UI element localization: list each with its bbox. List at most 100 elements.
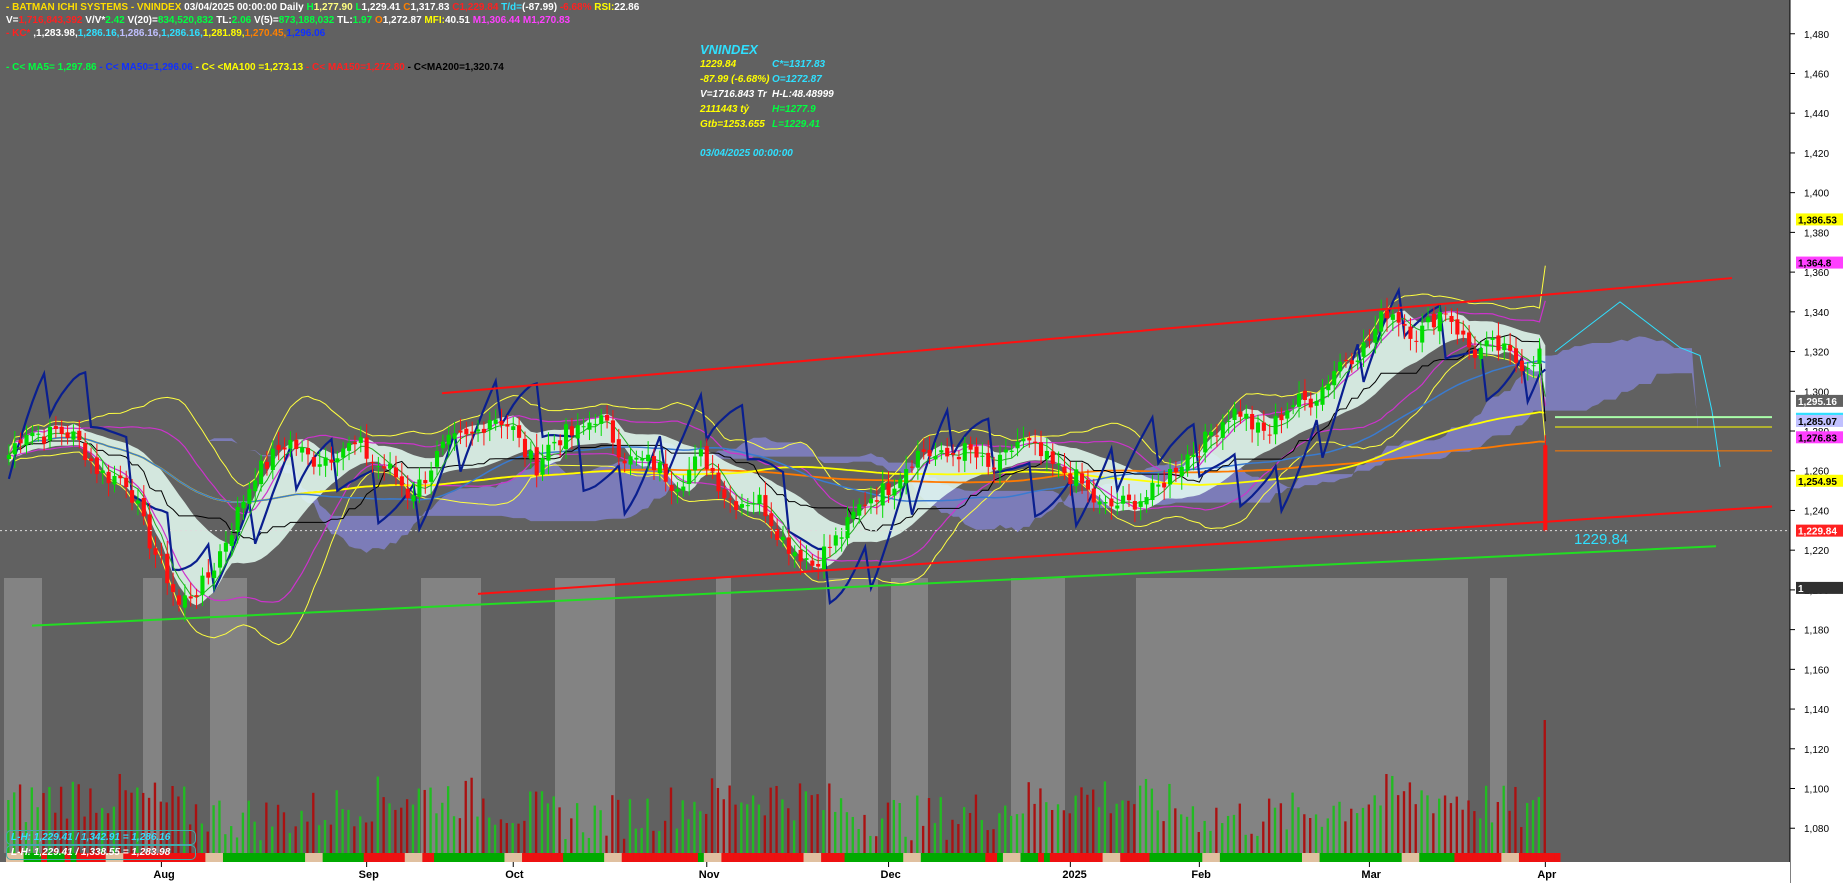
volume-bar — [974, 794, 978, 853]
volume-bar — [687, 819, 690, 853]
trend-strip-cell — [381, 853, 388, 862]
trend-strip-cell — [492, 853, 500, 862]
candle-body — [42, 436, 47, 444]
candle-body — [452, 433, 457, 439]
candle-body — [997, 454, 1003, 471]
trend-strip-cell — [780, 853, 787, 862]
candle-body — [305, 447, 311, 455]
trend-strip-cell — [1178, 853, 1186, 862]
volume-bar — [1080, 787, 1083, 853]
candle-body — [1402, 323, 1407, 326]
trend-strip-cell — [1448, 853, 1455, 862]
trend-strip-cell — [1038, 853, 1045, 862]
trend-strip-cell — [1278, 853, 1285, 862]
volume-bar — [1279, 803, 1283, 853]
volume-bar — [276, 804, 280, 853]
trend-strip-cell — [1272, 853, 1280, 862]
volume-bar — [1484, 785, 1488, 853]
candle-body — [915, 450, 920, 468]
volume-bar — [206, 831, 209, 853]
candle-body — [1455, 319, 1460, 335]
candle-body — [634, 457, 639, 460]
trend-strip-cell — [838, 853, 846, 862]
candle-body — [804, 558, 809, 560]
trend-strip-cell — [1196, 853, 1203, 862]
candle-body — [388, 463, 393, 469]
candle-body — [311, 457, 316, 467]
trend-strip-cell — [615, 853, 623, 862]
trend-strip-cell — [551, 853, 558, 862]
price-chart[interactable]: 1,0801,1001,1201,1401,1601,1801,2001,220… — [0, 0, 1844, 883]
candle-body — [1244, 413, 1249, 419]
candle-body — [1015, 441, 1020, 449]
volume-bar — [892, 799, 896, 853]
volume-bar — [1045, 802, 1048, 853]
candle-body — [1238, 411, 1243, 417]
volume-bar — [622, 838, 626, 853]
info-cell: O=1272.87 — [772, 74, 822, 85]
candle-body — [605, 414, 610, 421]
volume-bar — [792, 820, 796, 853]
candle-body — [229, 535, 234, 546]
volume-bar — [722, 799, 725, 853]
volume-bar — [781, 799, 784, 853]
candle-body — [88, 458, 94, 462]
candle-body — [288, 439, 293, 449]
header-span: (-87.99) — [522, 2, 560, 13]
candle-body — [1437, 312, 1442, 332]
volume-bar — [1508, 810, 1511, 853]
volume-bar — [1033, 803, 1036, 853]
candle-body — [681, 486, 686, 491]
y-tick-label: 1,120 — [1804, 745, 1829, 756]
trend-strip-cell — [1325, 853, 1332, 862]
candle-body — [698, 449, 703, 457]
candle-body — [880, 483, 885, 506]
candle-body — [827, 546, 832, 548]
trend-strip-cell — [258, 853, 265, 862]
trend-strip-cell — [1172, 853, 1180, 862]
volume-bar — [265, 802, 268, 853]
candle-body — [135, 500, 140, 504]
volume-bar — [1062, 810, 1066, 853]
volume-bar — [300, 810, 303, 853]
volume-bar — [628, 799, 632, 853]
trend-strip-cell — [1372, 853, 1379, 862]
trend-strip-cell — [1296, 853, 1303, 862]
trend-strip-cell — [1501, 853, 1508, 862]
candle-body — [1332, 371, 1337, 386]
volume-bar — [1256, 835, 1259, 853]
header-line-1: - BATMAN ICHI SYSTEMS - VNINDEX 03/04/20… — [6, 2, 639, 14]
candle-body — [1080, 473, 1085, 484]
trend-strip-cell — [1319, 853, 1326, 862]
volume-bar — [787, 808, 790, 853]
candle-body — [874, 500, 879, 502]
candle-body — [206, 572, 211, 578]
candle-body — [1138, 501, 1143, 507]
candle-body — [939, 450, 944, 453]
y-tick-label: 1,180 — [1804, 626, 1829, 637]
trend-strip-cell — [1026, 853, 1033, 862]
trend-strip-cell — [1366, 853, 1373, 862]
volume-bar — [1226, 815, 1230, 853]
info-cell: V=1716.843 Tr — [700, 89, 767, 100]
candle-body — [382, 466, 387, 469]
candle-body — [1384, 310, 1390, 319]
candle-body — [1220, 422, 1225, 438]
trend-strip-cell — [914, 853, 922, 862]
header-span: 1,716,843,392 — [18, 15, 86, 26]
volume-bar — [699, 811, 702, 853]
y-tick-label: 1,160 — [1804, 665, 1829, 676]
trend-strip-cell — [1085, 853, 1092, 862]
candle-body — [1291, 405, 1296, 407]
trend-strip-cell — [557, 853, 564, 862]
candle-body — [36, 433, 41, 435]
volume-bar — [634, 828, 637, 853]
trend-strip-cell — [1483, 853, 1491, 862]
trend-strip-cell — [1307, 853, 1315, 862]
candle-body — [440, 441, 445, 449]
volume-bar — [1502, 785, 1505, 853]
candle-body — [675, 489, 680, 492]
trend-strip-cell — [434, 853, 441, 862]
candle-body — [1250, 413, 1255, 430]
trend-strip-cell — [1260, 853, 1268, 862]
